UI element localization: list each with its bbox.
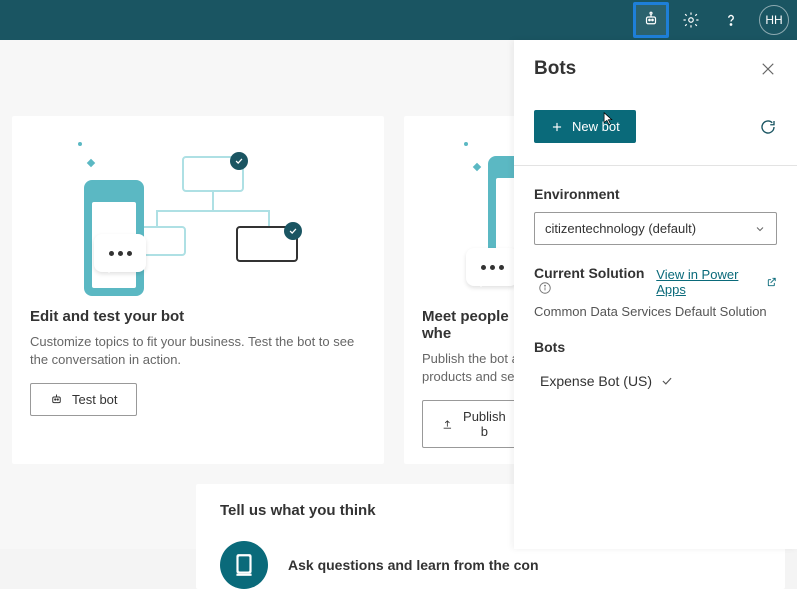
new-bot-button[interactable]: New bot — [534, 110, 636, 143]
gear-icon — [682, 11, 700, 29]
environment-dropdown[interactable]: citizentechnology (default) — [534, 212, 777, 245]
card-edit-test: Edit and test your bot Customize topics … — [12, 116, 384, 464]
settings-button[interactable] — [673, 2, 709, 38]
environment-label: Environment — [534, 186, 777, 202]
test-bot-button[interactable]: Test bot — [30, 383, 137, 416]
help-button[interactable] — [713, 2, 749, 38]
solution-name: Common Data Services Default Solution — [534, 304, 777, 319]
publish-bot-button[interactable]: Publish b — [422, 400, 526, 448]
card-description: Customize topics to fit your business. T… — [12, 333, 384, 383]
bots-list-label: Bots — [534, 339, 777, 355]
button-label: New bot — [572, 119, 620, 134]
close-icon[interactable] — [759, 60, 777, 78]
bot-icon — [642, 11, 660, 29]
app-header: HH — [0, 0, 797, 40]
card-title: Edit and test your bot — [12, 296, 384, 333]
bot-name: Expense Bot (US) — [540, 373, 652, 389]
chevron-down-icon — [754, 223, 766, 235]
button-label: Publish b — [462, 409, 507, 439]
help-icon — [722, 11, 740, 29]
current-solution-label: Current Solution — [534, 265, 656, 298]
bot-panel-toggle[interactable] — [633, 2, 669, 38]
dropdown-value: citizentechnology (default) — [545, 221, 696, 236]
button-label: Test bot — [72, 392, 118, 407]
upload-icon — [441, 417, 454, 432]
info-icon[interactable] — [538, 281, 552, 295]
divider — [514, 165, 797, 166]
bot-list-item[interactable]: Expense Bot (US) — [534, 365, 777, 397]
bots-panel: Bots New bot Environment citizentechnolo… — [514, 40, 797, 549]
check-icon — [660, 374, 674, 388]
panel-title: Bots — [534, 58, 576, 80]
bot-icon — [49, 392, 64, 407]
view-in-power-apps-link[interactable]: View in Power Apps — [656, 267, 777, 297]
card-illustration — [12, 116, 384, 296]
refresh-icon[interactable] — [759, 118, 777, 136]
feedback-text: Ask questions and learn from the con — [288, 557, 539, 573]
avatar[interactable]: HH — [759, 5, 789, 35]
plus-icon — [550, 120, 564, 134]
external-link-icon — [766, 276, 777, 288]
